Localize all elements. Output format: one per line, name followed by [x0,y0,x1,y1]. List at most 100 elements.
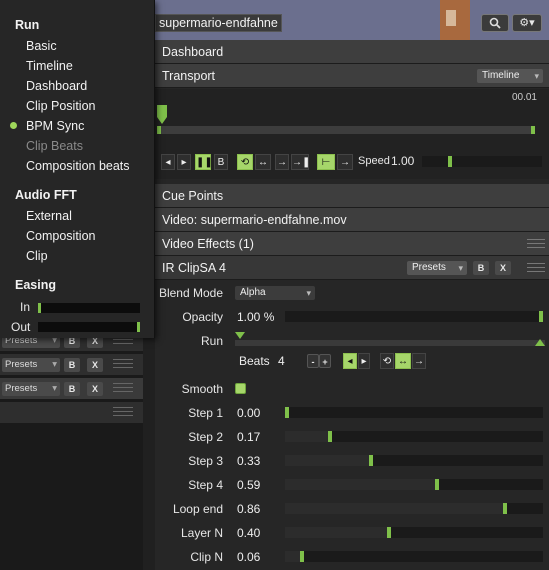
param-value[interactable]: 0.59 [237,478,260,492]
param-label: Step 4 [188,478,223,492]
run-ping-pong-button[interactable]: ↔ [395,353,411,369]
drag-handle[interactable] [527,263,545,273]
opacity-slider[interactable] [285,311,543,322]
play-once-hold-button[interactable]: →❚ [291,154,310,170]
remove-button[interactable]: X [87,382,103,396]
param-slider-knob[interactable] [387,527,391,538]
menu-item-clip-position[interactable]: Clip Position [26,99,95,113]
param-slider-knob[interactable] [503,503,507,514]
menu-item-clip[interactable]: Clip [26,249,48,263]
dashboard-panel: Dashboard Transport Timeline 00.01 ◂ ▸ ❚… [155,40,549,570]
menu-item-basic[interactable]: Basic [26,39,57,53]
blend-mode-label: Blend Mode [158,286,223,300]
bypass-button[interactable]: B [64,358,80,372]
video-effects-header[interactable]: Video Effects (1) [155,232,549,256]
composition-name-field[interactable]: supermario-endfahne [155,14,282,32]
effect-bypass-button[interactable]: B [473,261,489,275]
effect-title: IR ClipSA 4 [162,261,226,275]
param-slider[interactable] [285,455,543,466]
param-slider[interactable] [285,503,543,514]
beats-decrement-button[interactable]: - [307,354,319,368]
param-slider-knob[interactable] [369,455,373,466]
menu-item-timeline[interactable]: Timeline [26,59,73,73]
param-label: Clip N [190,550,223,564]
param-value[interactable]: 0.06 [237,550,260,564]
param-slider[interactable] [285,551,543,562]
param-value[interactable]: 0.86 [237,502,260,516]
cue-points-header[interactable]: Cue Points [155,184,549,208]
remove-button[interactable]: X [87,358,103,372]
play-forward-button[interactable]: ▸ [177,154,191,170]
playhead-marker[interactable] [157,105,169,125]
pause-button[interactable]: ❚❚ [195,154,213,170]
easing-out-slider[interactable] [38,322,140,332]
run-forward-button[interactable]: ▸ [358,353,370,369]
effect-header[interactable]: IR ClipSA 4 Presets B X [155,256,549,280]
settings-button[interactable]: ⚙▾ [512,14,542,32]
param-value[interactable]: 0.40 [237,526,260,540]
run-once-button[interactable]: → [412,353,426,369]
menu-item-bpm-sync[interactable]: BPM Sync [26,119,84,133]
param-slider-knob[interactable] [300,551,304,562]
prev-frame-button[interactable]: ◂ [161,154,175,170]
param-slider[interactable] [285,431,543,442]
param-value[interactable]: 0.33 [237,454,260,468]
transport-mode-dropdown[interactable]: Timeline [477,69,543,83]
beats-increment-button[interactable]: + [319,354,331,368]
speed-slider[interactable] [422,156,542,167]
effect-presets-dropdown[interactable]: Presets [407,261,467,275]
loop-button[interactable]: ⟲ [237,154,253,170]
run-loop-button[interactable]: ⟲ [380,353,394,369]
menu-item-composition[interactable]: Composition [26,229,95,243]
easing-in-slider[interactable] [38,303,140,313]
transport-scrub-bar[interactable] [157,126,535,134]
menu-item-composition-beats[interactable]: Composition beats [26,159,130,173]
left-row[interactable]: Presets B X [0,378,143,400]
param-slider-knob[interactable] [285,407,289,418]
param-label: Step 1 [188,406,223,420]
left-row-empty[interactable] [0,402,143,424]
left-row[interactable]: Presets B X [0,354,143,376]
param-slider[interactable] [285,527,543,538]
effect-remove-button[interactable]: X [495,261,511,275]
run-reverse-button[interactable]: ◂ [343,353,357,369]
drag-handle[interactable] [527,239,545,249]
param-label: Step 2 [188,430,223,444]
drag-handle[interactable] [113,383,133,394]
param-value[interactable]: 0.17 [237,430,260,444]
smooth-checkbox[interactable] [235,383,246,394]
play-once-button[interactable]: → [275,154,289,170]
transport-header[interactable]: Transport Timeline [155,64,549,88]
easing-in-knob[interactable] [38,303,41,313]
menu-item-external[interactable]: External [26,209,72,223]
drag-handle[interactable] [113,407,133,418]
drag-handle[interactable] [113,359,133,370]
video-header[interactable]: Video: supermario-endfahne.mov [155,208,549,232]
presets-dropdown[interactable]: Presets [2,358,60,372]
beats-label: Beats [239,354,270,368]
opacity-value[interactable]: 1.00 % [237,310,274,324]
menu-item-dashboard[interactable]: Dashboard [26,79,87,93]
bypass-button[interactable]: B [64,382,80,396]
run-timeline[interactable] [235,332,545,348]
opacity-slider-knob[interactable] [539,311,543,322]
dashboard-header[interactable]: Dashboard [155,40,549,64]
cue-in-button[interactable]: ⊢ [317,154,335,170]
scrub-end-knob[interactable] [531,126,535,134]
search-button[interactable] [481,14,509,32]
bounce-button[interactable]: B [214,154,228,170]
cue-out-button[interactable]: → [337,154,353,170]
param-slider-knob[interactable] [435,479,439,490]
param-slider[interactable] [285,407,543,418]
param-slider-knob[interactable] [328,431,332,442]
presets-dropdown[interactable]: Presets [2,382,60,396]
scrub-knob[interactable] [157,126,161,134]
beats-value[interactable]: 4 [278,354,285,368]
easing-out-knob[interactable] [137,322,140,332]
param-value[interactable]: 0.00 [237,406,260,420]
ping-pong-button[interactable]: ↔ [255,154,271,170]
param-slider[interactable] [285,479,543,490]
blend-mode-dropdown[interactable]: Alpha [235,286,315,300]
speed-value[interactable]: 1.00 [391,154,414,168]
speed-slider-knob[interactable] [448,156,452,167]
